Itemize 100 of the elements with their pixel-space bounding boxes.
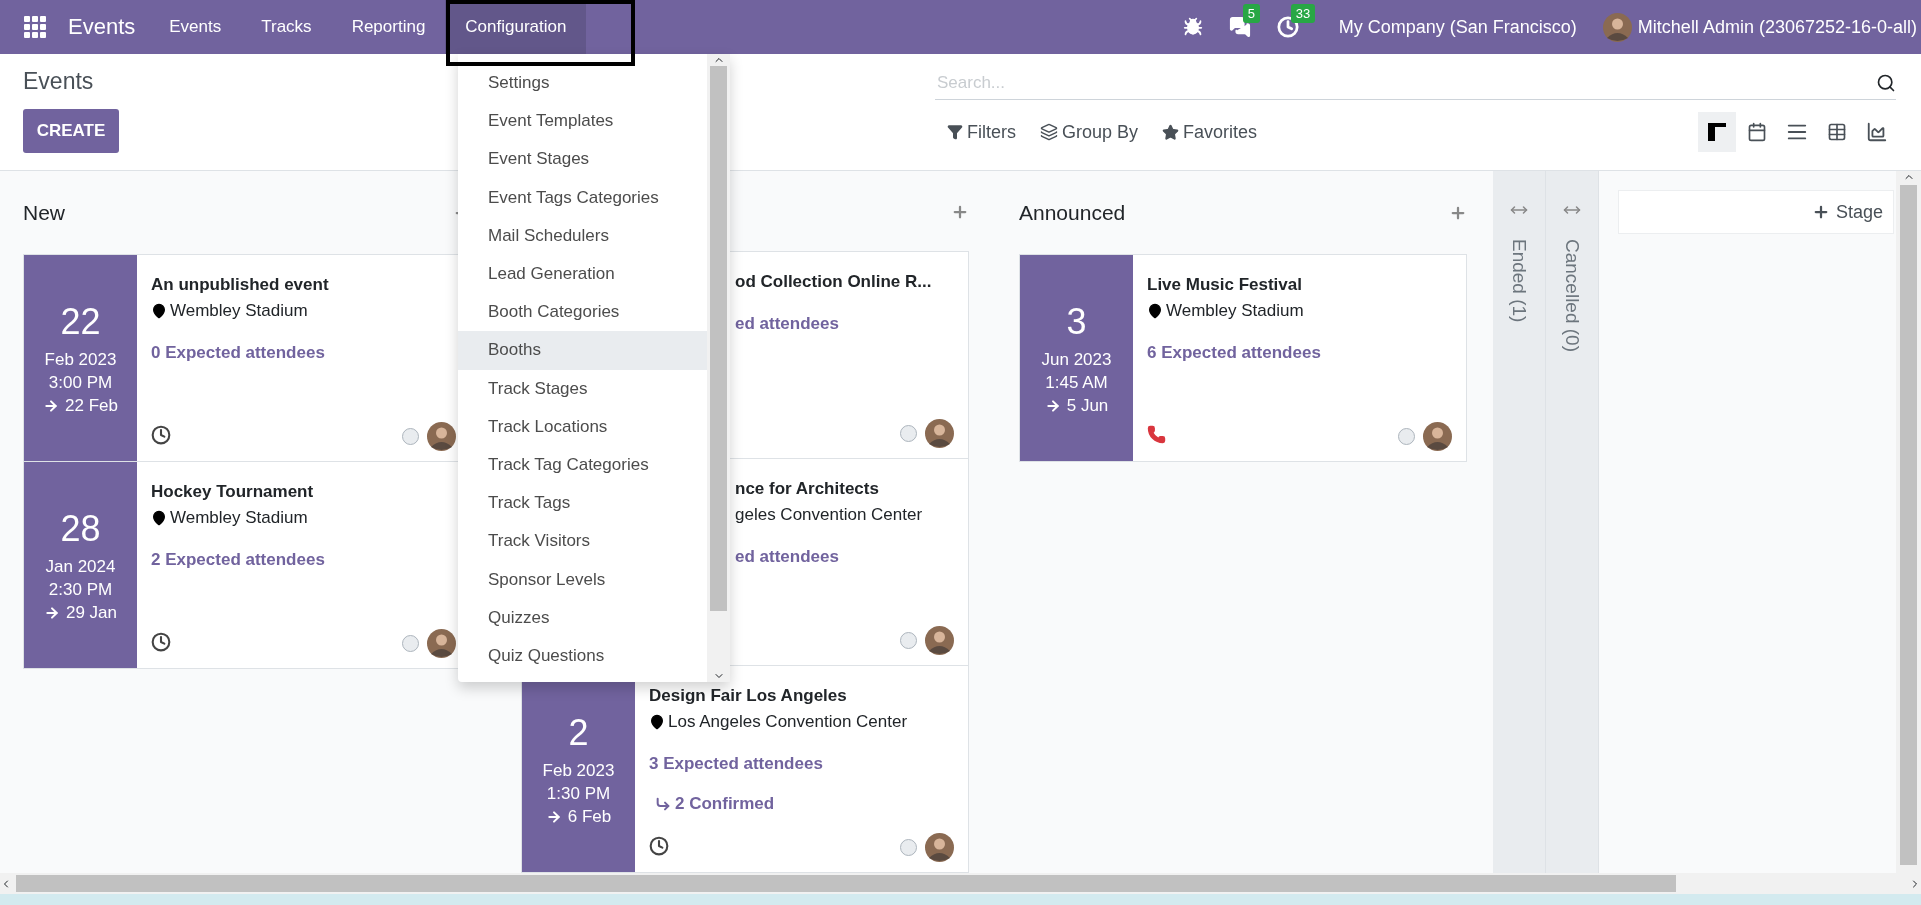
company-name[interactable]: My Company (San Francisco)	[1338, 16, 1577, 38]
avatar	[427, 629, 456, 658]
event-location: Wembley Stadium	[170, 508, 308, 528]
filter-menu-button[interactable]: Favorites	[1150, 121, 1270, 143]
arrow-right-icon	[545, 808, 562, 825]
star-icon	[1162, 123, 1180, 141]
expected-attendees: ed attendees	[735, 547, 840, 567]
event-card[interactable]: 3 Jun 2023 1:45 AM 5 Jun Live Music Festival Wembley Stadium 6 Expected attendees	[1019, 254, 1467, 462]
event-month: Feb 2023	[542, 760, 615, 781]
scrollbar[interactable]	[1896, 171, 1921, 873]
filter-icon	[947, 124, 963, 140]
expected-attendees: 2 Expected attendees	[151, 550, 326, 570]
confirmed-count: 2 Confirmed	[675, 794, 775, 814]
expected-attendees: 3 Expected attendees	[649, 754, 824, 774]
event-location: geles Convention Center	[735, 505, 923, 525]
scrollbar[interactable]	[707, 54, 730, 682]
avatar	[925, 833, 954, 862]
event-month: Feb 2023	[44, 349, 117, 370]
message-count: 5	[1242, 4, 1260, 23]
event-end-date: 5 Jun	[1066, 395, 1109, 416]
event-name: Design Fair Los Angeles	[649, 686, 848, 706]
event-time: 1:30 PM	[546, 783, 611, 804]
area-chart-icon	[1866, 121, 1888, 143]
event-location: Wembley Stadium	[1166, 301, 1304, 321]
expected-attendees: 6 Expected attendees	[1147, 343, 1322, 363]
activity-count: 33	[1290, 4, 1316, 23]
event-day: 22	[60, 300, 101, 343]
event-location: Los Angeles Convention Center	[668, 712, 908, 732]
column-title: New	[23, 201, 65, 225]
status-circle[interactable]	[402, 428, 419, 445]
breadcrumb: Events	[23, 68, 94, 95]
avatar	[925, 419, 954, 448]
status-circle[interactable]	[900, 839, 917, 856]
status-circle[interactable]	[900, 632, 917, 649]
map-pin-icon	[649, 714, 665, 730]
event-time: 1:45 AM	[1045, 372, 1108, 393]
clock-icon[interactable]	[151, 631, 171, 652]
map-pin-icon	[151, 510, 167, 526]
user-name[interactable]: Mitchell Admin (23067252-16-0-all)	[1637, 16, 1917, 38]
folded-column[interactable]: Ended (1)	[1493, 171, 1546, 873]
status-circle[interactable]	[900, 425, 917, 442]
map-pin-icon	[1147, 303, 1163, 319]
event-day: 2	[568, 711, 589, 754]
dropdown-item[interactable]: Event Tags Categories	[458, 178, 707, 217]
kanban-icon	[1707, 122, 1727, 142]
column-title: Cancelled (0)	[1561, 239, 1583, 352]
event-name: Hockey Tournament	[151, 482, 315, 502]
phone-icon[interactable]	[1147, 425, 1166, 444]
clock-icon[interactable]	[151, 424, 171, 445]
chat-icon[interactable]	[1228, 16, 1251, 38]
corner-arrow-icon	[655, 796, 671, 812]
menu-item[interactable]: Reporting	[331, 0, 446, 54]
avatar	[1423, 422, 1452, 451]
event-name: od Collection Online R...	[735, 272, 933, 292]
table-icon	[1827, 122, 1847, 142]
status-circle[interactable]	[402, 635, 419, 652]
event-name: Live Music Festival	[1147, 275, 1303, 295]
event-card[interactable]: 2 Feb 2023 1:30 PM 6 Feb Design Fair Los Angeles Los Angeles Convention Center 3 Expected attendees 2 Confirmed	[521, 665, 969, 873]
event-day: 3	[1066, 300, 1087, 343]
search-icon[interactable]	[1876, 72, 1896, 93]
add-stage-button[interactable]: Stage	[1618, 190, 1894, 234]
expected-attendees: ed attendees	[735, 314, 840, 334]
clock-icon[interactable]	[649, 835, 669, 856]
event-time: 2:30 PM	[48, 579, 113, 600]
event-end-date: 29 Jan	[65, 602, 117, 623]
menu-item[interactable]: Tracks	[241, 0, 332, 54]
event-month: Jun 2023	[1041, 349, 1112, 370]
avatar	[1602, 12, 1632, 42]
view-switch-button[interactable]	[1698, 112, 1736, 152]
event-end-date: 22 Feb	[65, 395, 118, 416]
calendar-icon	[1747, 122, 1767, 142]
dropdown-item[interactable]: Event Stages	[458, 140, 707, 179]
avatar	[925, 626, 954, 655]
event-month: Jan 2024	[45, 556, 116, 577]
map-pin-icon	[151, 303, 167, 319]
expected-attendees: 0 Expected attendees	[151, 343, 326, 363]
menu-item[interactable]: Events	[149, 0, 242, 54]
folded-column[interactable]: Cancelled (0)	[1546, 171, 1599, 873]
scrollbar[interactable]	[0, 873, 1921, 894]
dropdown-item[interactable]: Settings	[458, 64, 707, 103]
event-name: nce for Architects	[735, 479, 880, 499]
arrow-right-icon	[43, 604, 60, 621]
filter-menu-button[interactable]: Filters	[935, 121, 1028, 143]
event-name: An unpublished event	[151, 275, 330, 295]
plus-icon[interactable]	[1449, 204, 1467, 222]
dropdown-item[interactable]: Event Templates	[458, 102, 707, 141]
apps-menu-icon[interactable]	[24, 16, 46, 38]
event-time: 3:00 PM	[48, 372, 113, 393]
dropdown-item[interactable]: Booths	[458, 331, 707, 370]
menu-item[interactable]: Configuration	[445, 0, 587, 54]
bug-icon[interactable]	[1182, 17, 1203, 37]
app-name[interactable]: Events	[68, 14, 136, 40]
event-day: 28	[60, 507, 101, 550]
create-button[interactable]: CREATE	[23, 109, 119, 153]
avatar	[427, 422, 456, 451]
filter-menu-button[interactable]: Group By	[1028, 121, 1151, 143]
event-location: Wembley Stadium	[170, 301, 308, 321]
column-title: Ended (1)	[1508, 239, 1530, 323]
column-title: Announced	[1019, 201, 1126, 225]
status-circle[interactable]	[1398, 428, 1415, 445]
